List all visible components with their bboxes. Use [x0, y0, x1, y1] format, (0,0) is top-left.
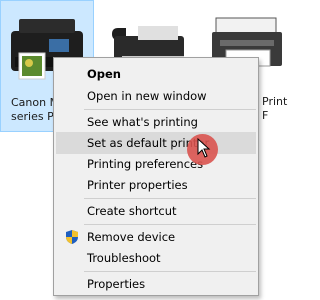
menu-item-label: Open in new window — [87, 89, 207, 103]
menu-item-label: See what's printing — [87, 115, 198, 129]
menu-item-label: Printer properties — [87, 178, 188, 192]
menu-item-label: Printing preferences — [87, 157, 204, 171]
menu-item-label: Troubleshoot — [87, 251, 161, 265]
menu-item-properties[interactable]: Properties — [56, 273, 256, 295]
menu-separator — [84, 224, 256, 225]
menu-separator — [84, 271, 256, 272]
shield-icon — [66, 230, 78, 244]
menu-item-see-whats-printing[interactable]: See what's printing — [56, 111, 256, 133]
menu-item-create-shortcut[interactable]: Create shortcut — [56, 200, 256, 222]
device-label-line2: F — [262, 109, 269, 122]
menu-item-open-new-window[interactable]: Open in new window — [56, 85, 256, 107]
menu-item-set-default-printer[interactable]: Set as default printer — [56, 132, 256, 154]
menu-item-remove-device[interactable]: Remove device — [56, 226, 256, 248]
menu-item-label: Create shortcut — [87, 204, 177, 218]
device-label-line1: Print — [262, 95, 288, 108]
menu-item-printer-properties[interactable]: Printer properties — [56, 174, 256, 196]
menu-item-label: Open — [87, 67, 121, 81]
menu-item-printing-preferences[interactable]: Printing preferences — [56, 153, 256, 175]
menu-item-troubleshoot[interactable]: Troubleshoot — [56, 247, 256, 269]
device-label-line2: series Pr — [11, 110, 59, 123]
context-menu: Open Open in new window See what's print… — [53, 57, 259, 296]
menu-separator — [84, 198, 256, 199]
device-label-line1: Canon M — [11, 96, 60, 109]
menu-item-label: Remove device — [87, 230, 176, 244]
menu-item-label: Properties — [87, 277, 146, 291]
menu-item-open[interactable]: Open — [56, 63, 256, 85]
mouse-cursor-icon — [197, 138, 211, 158]
menu-separator — [84, 109, 256, 110]
